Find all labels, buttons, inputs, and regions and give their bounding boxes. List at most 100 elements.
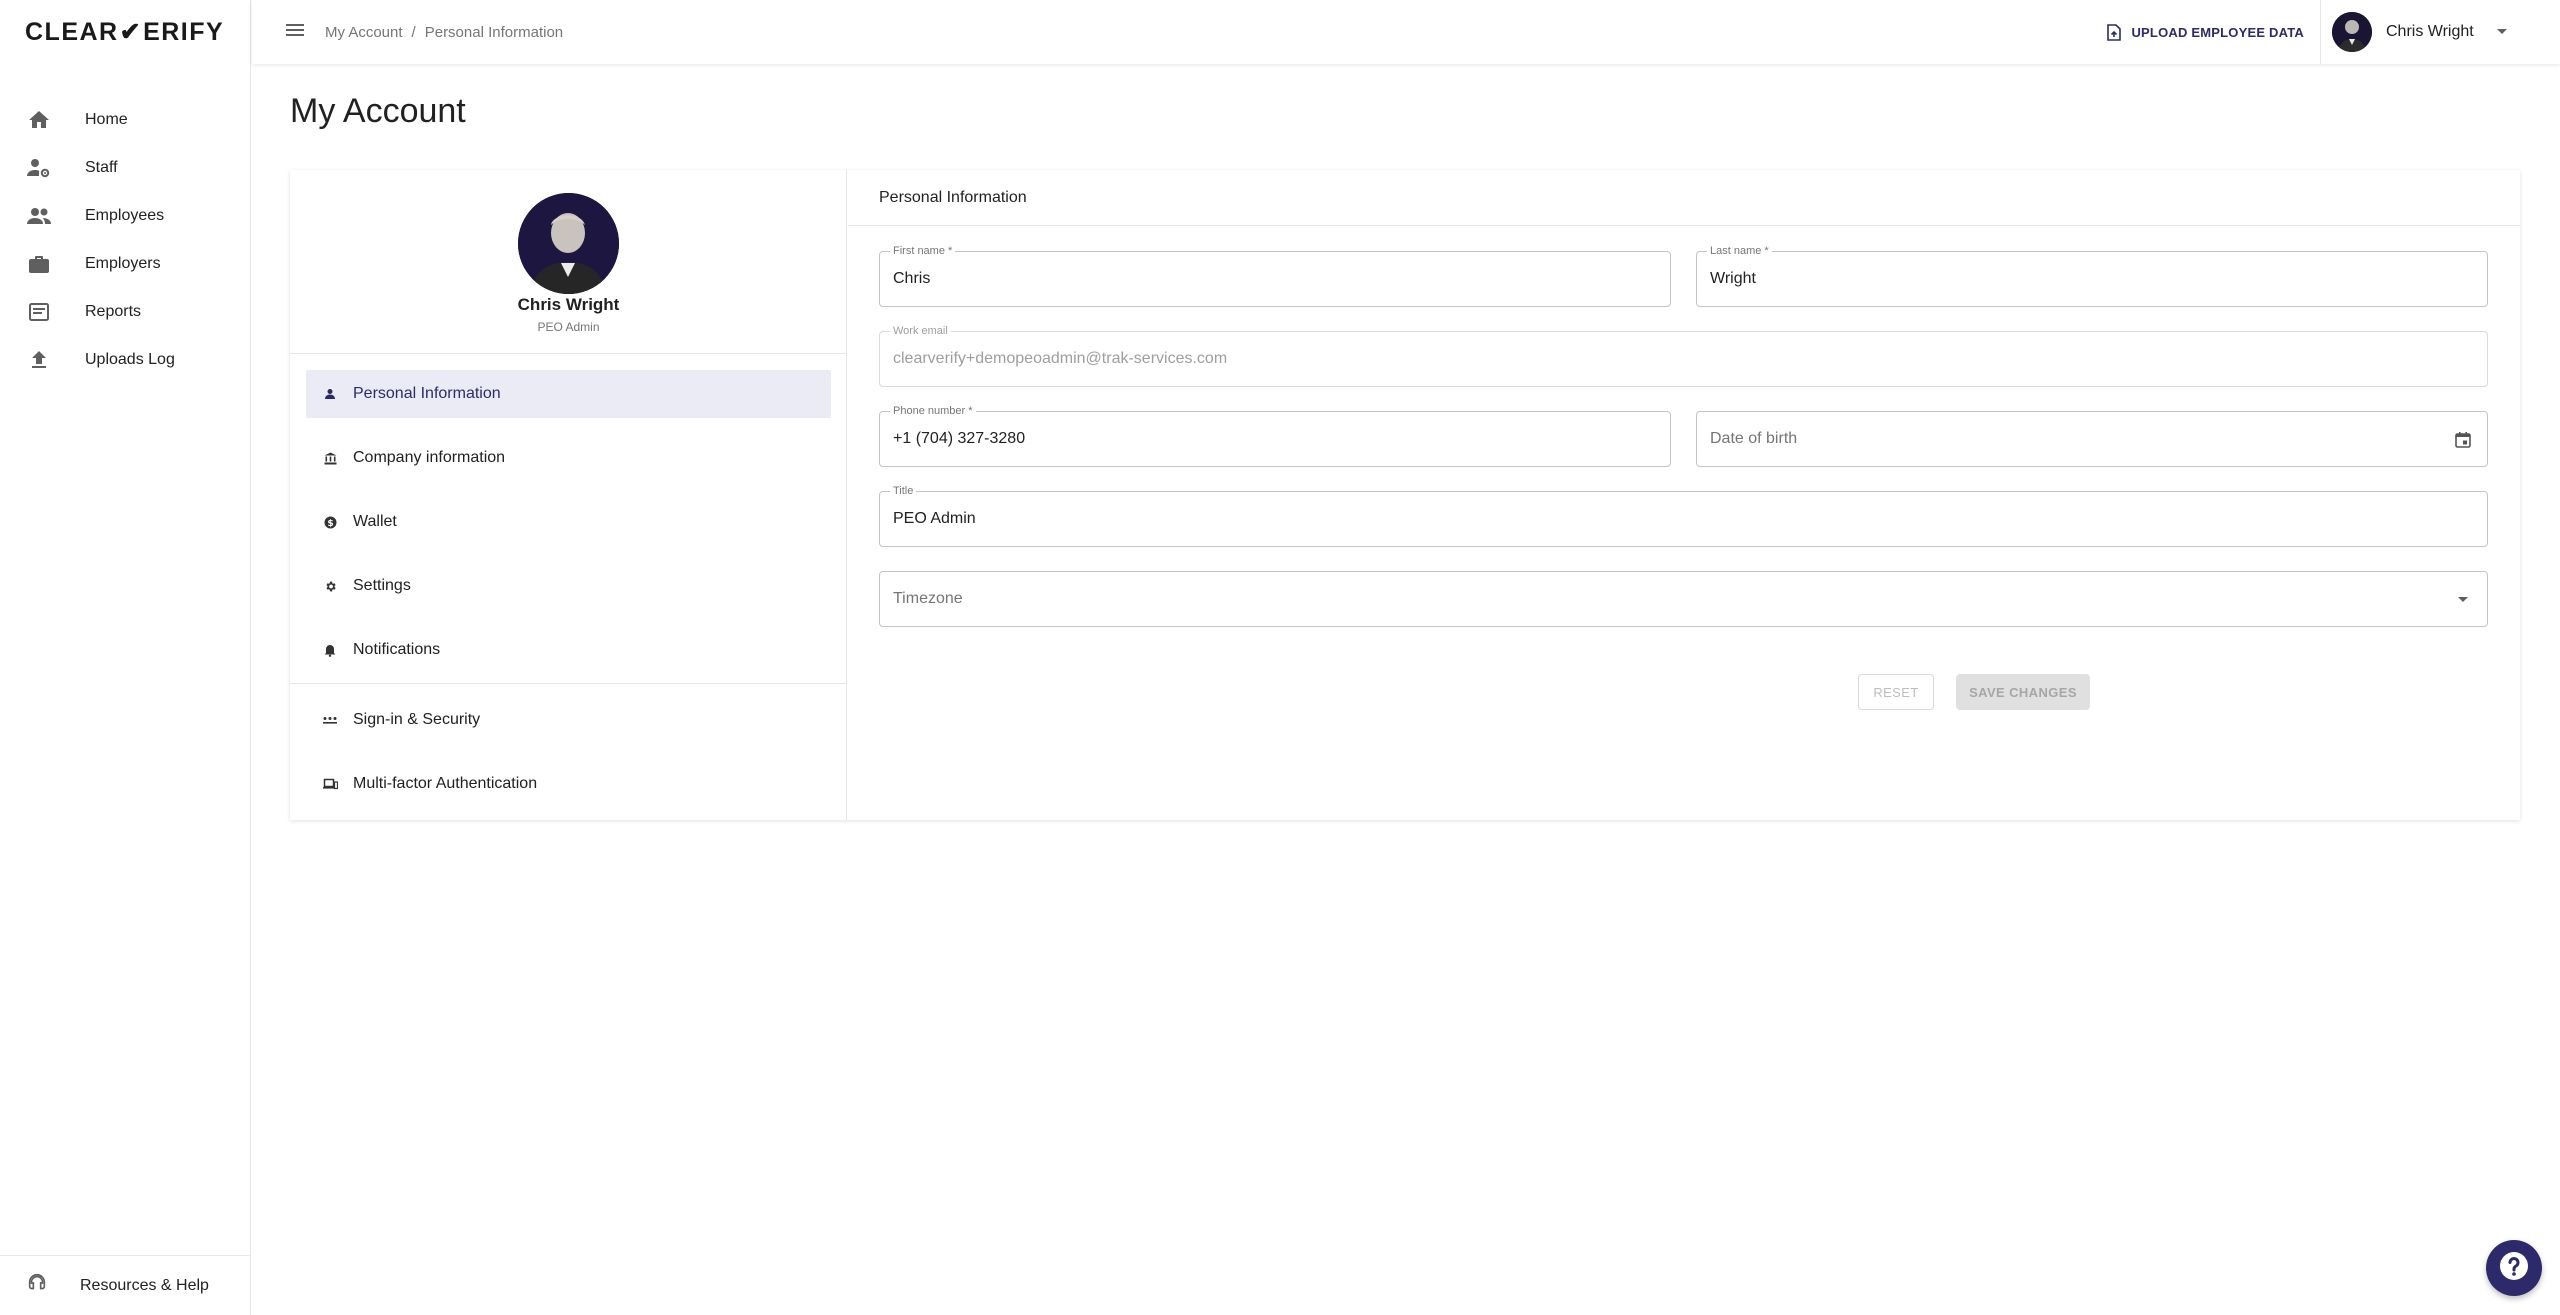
bell-icon	[322, 642, 338, 658]
page-title: My Account	[290, 92, 466, 130]
dollar-icon: $	[322, 514, 338, 530]
profile-name: Chris Wright	[517, 295, 620, 314]
user-menu[interactable]: Chris Wright	[2332, 10, 2522, 54]
menu-item-company-information[interactable]: Company information	[306, 434, 831, 482]
menu-item-settings[interactable]: Settings	[306, 562, 831, 610]
menu-item-notifications[interactable]: Notifications	[306, 626, 831, 674]
sidebar-item-reports[interactable]: Reports	[0, 288, 251, 336]
date-of-birth-placeholder: Date of birth	[1710, 430, 1798, 447]
person-icon	[322, 386, 338, 402]
reset-button[interactable]: RESET	[1858, 674, 1934, 710]
phone-number-field[interactable]: Phone number * +1 (704) 327-3280	[879, 404, 1671, 467]
employees-icon	[26, 203, 52, 229]
staff-icon	[26, 155, 52, 181]
menu-toggle-button[interactable]	[279, 16, 311, 48]
sidebar-item-staff[interactable]: Staff	[0, 144, 251, 192]
upload-employee-data-button[interactable]: UPLOAD EMPLOYEE DATA	[2107, 18, 2304, 46]
logo-text-right: ERIFY	[143, 17, 225, 46]
profile-summary: Chris Wright PEO Admin	[290, 170, 847, 354]
briefcase-icon	[26, 251, 52, 277]
menu-item-wallet[interactable]: $ Wallet	[306, 498, 831, 546]
avatar	[2332, 12, 2372, 52]
sidebar-item-employers[interactable]: Employers	[0, 240, 251, 288]
sidebar-item-label: Staff	[85, 159, 118, 176]
sidebar-item-label: Employers	[85, 255, 161, 272]
clearverify-logo[interactable]: CLEAR ✔ ERIFY	[25, 16, 224, 48]
logo-text-left: CLEAR	[25, 17, 119, 46]
calendar-icon[interactable]	[2451, 428, 2475, 452]
title-label: Title	[890, 484, 917, 498]
last-name-value: Wright	[1710, 270, 1756, 287]
account-menu: Personal Information Company information…	[290, 370, 847, 690]
first-name-value: Chris	[893, 270, 931, 287]
security-menu: Sign-in & Security Multi-factor Authenti…	[290, 696, 847, 824]
help-icon	[2498, 1250, 2530, 1287]
svg-text:$: $	[327, 519, 333, 529]
sidebar-item-label: Employees	[85, 207, 165, 224]
gear-icon	[322, 578, 338, 594]
menu-item-label: Notifications	[353, 641, 441, 658]
upload-icon	[26, 347, 52, 373]
phone-number-value: +1 (704) 327-3280	[893, 430, 1026, 447]
user-name: Chris Wright	[2386, 23, 2474, 40]
reports-icon	[26, 299, 52, 325]
section-title: Personal Information	[848, 170, 2520, 226]
menu-item-label: Multi-factor Authentication	[353, 775, 538, 792]
work-email-value: clearverify+demopeoadmin@trak-services.c…	[893, 350, 1228, 367]
menu-item-label: Personal Information	[353, 385, 501, 402]
breadcrumb-separator: /	[411, 23, 416, 41]
upload-employee-data-label: UPLOAD EMPLOYEE DATA	[2131, 24, 2304, 40]
breadcrumb: My Account / Personal Information	[325, 24, 563, 41]
bank-icon	[322, 450, 338, 466]
home-icon	[26, 107, 52, 133]
top-bar: My Account / Personal Information UPLOAD…	[252, 0, 2560, 64]
password-icon	[322, 712, 338, 728]
phone-number-label: Phone number *	[890, 404, 976, 418]
help-button[interactable]	[2486, 1240, 2542, 1296]
logo-check-icon: ✔	[119, 18, 143, 46]
last-name-label: Last name *	[1707, 244, 1772, 258]
timezone-select[interactable]: Timezone	[879, 571, 2488, 627]
avatar	[518, 193, 619, 294]
work-email-label: Work email	[890, 324, 951, 338]
headset-icon	[26, 1272, 48, 1299]
sidebar: CLEAR ✔ ERIFY Home Staff Employees Emplo…	[0, 0, 251, 1315]
sidebar-item-label: Uploads Log	[85, 351, 175, 368]
menu-item-sign-in-security[interactable]: Sign-in & Security	[306, 696, 831, 744]
menu-item-label: Sign-in & Security	[353, 711, 481, 728]
title-value: PEO Admin	[893, 510, 976, 527]
sidebar-nav: Home Staff Employees Employers Reports U…	[0, 96, 251, 384]
first-name-field[interactable]: First name * Chris	[879, 244, 1671, 307]
menu-item-label: Settings	[353, 577, 411, 594]
breadcrumb-current: Personal Information	[424, 23, 564, 41]
menu-item-label: Company information	[353, 449, 506, 466]
sidebar-item-label: Reports	[85, 303, 142, 320]
hamburger-icon	[285, 22, 305, 43]
first-name-label: First name *	[890, 244, 956, 258]
personal-information-panel: Personal Information First name * Chris …	[848, 170, 2520, 820]
sidebar-item-uploads-log[interactable]: Uploads Log	[0, 336, 251, 384]
sidebar-item-label: Home	[85, 111, 128, 128]
menu-item-personal-information[interactable]: Personal Information	[306, 370, 831, 418]
chevron-down-icon	[2451, 588, 2475, 612]
last-name-field[interactable]: Last name * Wright	[1696, 244, 2488, 307]
resources-help-link[interactable]: Resources & Help	[0, 1255, 251, 1315]
header-divider	[2320, 0, 2321, 64]
date-of-birth-field[interactable]: Date of birth	[1696, 411, 2488, 467]
breadcrumb-my-account[interactable]: My Account	[325, 24, 403, 41]
resources-help-label: Resources & Help	[80, 1276, 209, 1294]
account-card: Chris Wright PEO Admin Personal Informat…	[290, 170, 2520, 820]
menu-item-multi-factor-authentication[interactable]: Multi-factor Authentication	[306, 760, 831, 808]
timezone-placeholder: Timezone	[893, 590, 963, 607]
title-field[interactable]: Title PEO Admin	[879, 484, 2488, 547]
sidebar-item-employees[interactable]: Employees	[0, 192, 251, 240]
work-email-field: Work email clearverify+demopeoadmin@trak…	[879, 324, 2488, 387]
sidebar-item-home[interactable]: Home	[0, 96, 251, 144]
save-changes-button[interactable]: SAVE CHANGES	[1956, 674, 2090, 710]
profile-role: PEO Admin	[537, 320, 600, 334]
account-sidebar: Chris Wright PEO Admin Personal Informat…	[290, 170, 847, 820]
upload-file-icon	[2107, 23, 2122, 41]
chevron-down-icon	[2496, 23, 2508, 41]
devices-icon	[322, 776, 338, 792]
menu-item-label: Wallet	[353, 513, 397, 530]
